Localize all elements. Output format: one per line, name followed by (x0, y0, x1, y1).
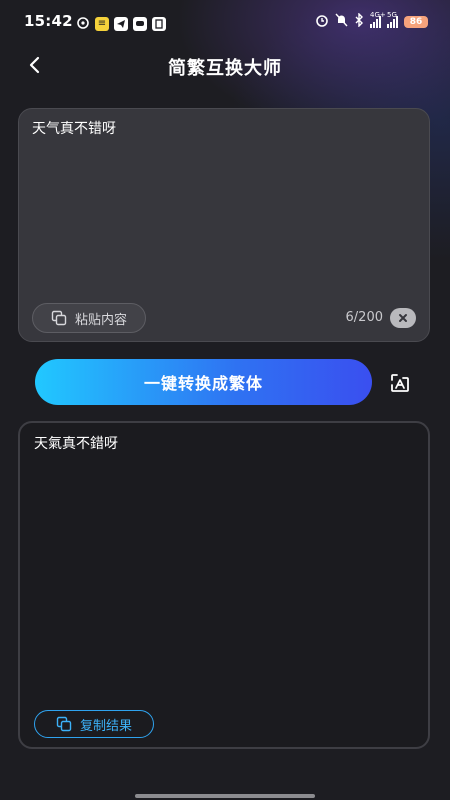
home-indicator[interactable] (135, 794, 315, 798)
source-text-area[interactable]: 天气真不错呀 粘贴内容 6/200 (18, 108, 430, 342)
status-bar: 15:42 ≡ 4G+ 5G 86 (0, 0, 450, 42)
alarm-icon (315, 13, 329, 30)
result-text: 天氣真不錯呀 (34, 436, 118, 452)
battery-level: 86 (409, 16, 423, 27)
swap-icon (391, 374, 409, 392)
network-type-1: 4G+ (370, 10, 386, 19)
telegram-icon (114, 16, 128, 31)
signal-icon-2: 5G (387, 11, 398, 28)
copy-icon (51, 310, 67, 326)
app-icon-yellow: ≡ (95, 16, 109, 31)
weibo-icon (76, 14, 90, 33)
clear-button[interactable] (390, 308, 416, 328)
copy-result-button[interactable]: 复制结果 (34, 710, 154, 738)
char-count: 6/200 (345, 310, 383, 325)
result-text-area: 天氣真不錯呀 复制结果 (18, 421, 430, 749)
mute-icon (335, 13, 348, 30)
page-title: 简繁互换大师 (168, 58, 282, 79)
system-icons: 4G+ 5G 86 (315, 11, 428, 30)
signal-icon-1: 4G+ (370, 11, 386, 28)
copy-icon (56, 716, 72, 732)
convert-button[interactable]: 一键转换成繁体 (35, 359, 372, 405)
battery-icon: 86 (404, 15, 428, 28)
notification-icons: ≡ (76, 14, 166, 33)
copy-result-label: 复制结果 (79, 718, 132, 734)
network-type-2: 5G (387, 10, 397, 19)
paste-label: 粘贴内容 (74, 312, 127, 328)
paste-button[interactable]: 粘贴内容 (32, 303, 146, 333)
convert-label: 一键转换成繁体 (143, 374, 263, 393)
status-time: 15:42 (24, 12, 73, 30)
source-text[interactable]: 天气真不错呀 (32, 118, 116, 138)
close-icon (399, 314, 407, 322)
chat-icon (133, 16, 147, 31)
app-icon-doc (152, 16, 166, 31)
swap-button[interactable] (386, 369, 414, 397)
bluetooth-icon (354, 12, 364, 30)
